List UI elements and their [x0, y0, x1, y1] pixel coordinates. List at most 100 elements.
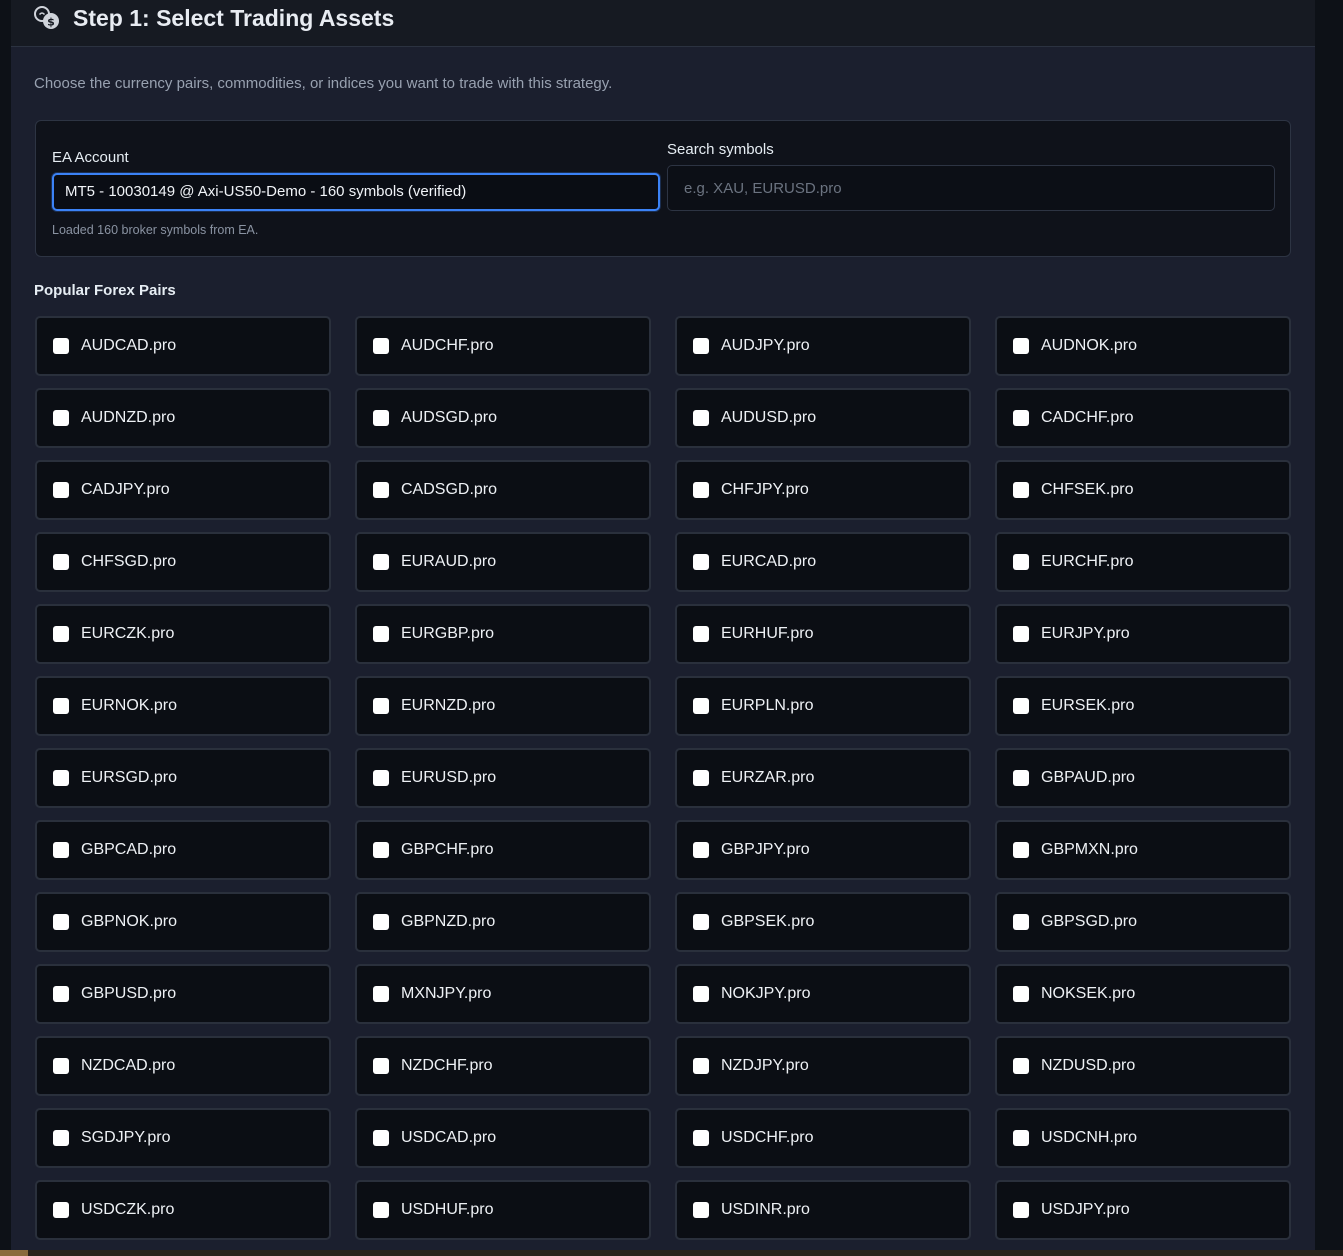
- symbol-option[interactable]: EURHUF.pro: [675, 604, 971, 664]
- symbol-option[interactable]: MXNJPY.pro: [355, 964, 651, 1024]
- symbol-option[interactable]: USDINR.pro: [675, 1180, 971, 1240]
- account-select[interactable]: MT5 - 10030149 @ Axi-US50-Demo - 160 sym…: [52, 173, 660, 211]
- symbol-checkbox[interactable]: [373, 1130, 389, 1146]
- symbol-checkbox[interactable]: [1013, 842, 1029, 858]
- symbol-checkbox[interactable]: [53, 338, 69, 354]
- symbol-option[interactable]: USDCAD.pro: [355, 1108, 651, 1168]
- symbol-option[interactable]: EURGBP.pro: [355, 604, 651, 664]
- search-input[interactable]: [667, 165, 1275, 211]
- symbol-checkbox[interactable]: [693, 1058, 709, 1074]
- symbol-option[interactable]: EURSGD.pro: [35, 748, 331, 808]
- symbol-checkbox[interactable]: [373, 914, 389, 930]
- symbol-option[interactable]: NZDCAD.pro: [35, 1036, 331, 1096]
- symbol-checkbox[interactable]: [693, 770, 709, 786]
- symbol-option[interactable]: CHFSGD.pro: [35, 532, 331, 592]
- symbol-option[interactable]: EURNOK.pro: [35, 676, 331, 736]
- symbol-checkbox[interactable]: [1013, 1130, 1029, 1146]
- symbol-checkbox[interactable]: [693, 410, 709, 426]
- symbol-checkbox[interactable]: [53, 770, 69, 786]
- symbol-checkbox[interactable]: [1013, 338, 1029, 354]
- symbol-option[interactable]: CHFJPY.pro: [675, 460, 971, 520]
- symbol-option[interactable]: EURZAR.pro: [675, 748, 971, 808]
- symbol-option[interactable]: EURPLN.pro: [675, 676, 971, 736]
- symbol-checkbox[interactable]: [53, 554, 69, 570]
- symbol-checkbox[interactable]: [373, 698, 389, 714]
- symbol-checkbox[interactable]: [1013, 410, 1029, 426]
- symbol-option[interactable]: NOKJPY.pro: [675, 964, 971, 1024]
- symbol-option[interactable]: GBPSGD.pro: [995, 892, 1291, 952]
- symbol-checkbox[interactable]: [1013, 1058, 1029, 1074]
- symbol-checkbox[interactable]: [53, 842, 69, 858]
- symbol-checkbox[interactable]: [1013, 770, 1029, 786]
- symbol-option[interactable]: NOKSEK.pro: [995, 964, 1291, 1024]
- symbol-option[interactable]: CADSGD.pro: [355, 460, 651, 520]
- symbol-checkbox[interactable]: [373, 410, 389, 426]
- symbol-option[interactable]: AUDUSD.pro: [675, 388, 971, 448]
- symbol-option[interactable]: GBPCHF.pro: [355, 820, 651, 880]
- symbol-checkbox[interactable]: [693, 698, 709, 714]
- symbol-option[interactable]: GBPUSD.pro: [35, 964, 331, 1024]
- symbol-option[interactable]: EURSEK.pro: [995, 676, 1291, 736]
- symbol-option[interactable]: USDHUF.pro: [355, 1180, 651, 1240]
- symbol-option[interactable]: GBPCAD.pro: [35, 820, 331, 880]
- symbol-checkbox[interactable]: [373, 1202, 389, 1218]
- symbol-checkbox[interactable]: [1013, 986, 1029, 1002]
- symbol-option[interactable]: SGDJPY.pro: [35, 1108, 331, 1168]
- symbol-option[interactable]: AUDSGD.pro: [355, 388, 651, 448]
- symbol-checkbox[interactable]: [373, 770, 389, 786]
- symbol-option[interactable]: AUDCHF.pro: [355, 316, 651, 376]
- symbol-checkbox[interactable]: [53, 1058, 69, 1074]
- symbol-option[interactable]: AUDJPY.pro: [675, 316, 971, 376]
- symbol-checkbox[interactable]: [373, 986, 389, 1002]
- symbol-checkbox[interactable]: [53, 1202, 69, 1218]
- symbol-checkbox[interactable]: [53, 986, 69, 1002]
- symbol-checkbox[interactable]: [1013, 698, 1029, 714]
- symbol-option[interactable]: CADCHF.pro: [995, 388, 1291, 448]
- symbol-checkbox[interactable]: [693, 1202, 709, 1218]
- symbol-option[interactable]: EURJPY.pro: [995, 604, 1291, 664]
- symbol-checkbox[interactable]: [53, 698, 69, 714]
- symbol-option[interactable]: NZDJPY.pro: [675, 1036, 971, 1096]
- symbol-option[interactable]: EURCAD.pro: [675, 532, 971, 592]
- symbol-option[interactable]: EURNZD.pro: [355, 676, 651, 736]
- symbol-checkbox[interactable]: [53, 914, 69, 930]
- symbol-checkbox[interactable]: [373, 842, 389, 858]
- symbol-option[interactable]: AUDCAD.pro: [35, 316, 331, 376]
- symbol-option[interactable]: GBPNOK.pro: [35, 892, 331, 952]
- symbol-checkbox[interactable]: [373, 1058, 389, 1074]
- symbol-option[interactable]: AUDNOK.pro: [995, 316, 1291, 376]
- symbol-option[interactable]: USDJPY.pro: [995, 1180, 1291, 1240]
- symbol-option[interactable]: GBPMXN.pro: [995, 820, 1291, 880]
- symbol-option[interactable]: GBPAUD.pro: [995, 748, 1291, 808]
- symbol-option[interactable]: GBPNZD.pro: [355, 892, 651, 952]
- symbol-option[interactable]: CADJPY.pro: [35, 460, 331, 520]
- symbol-checkbox[interactable]: [693, 482, 709, 498]
- symbol-checkbox[interactable]: [1013, 554, 1029, 570]
- symbol-checkbox[interactable]: [693, 626, 709, 642]
- symbol-option[interactable]: GBPJPY.pro: [675, 820, 971, 880]
- symbol-checkbox[interactable]: [53, 410, 69, 426]
- symbol-checkbox[interactable]: [53, 1130, 69, 1146]
- symbol-checkbox[interactable]: [373, 338, 389, 354]
- symbol-option[interactable]: EURCZK.pro: [35, 604, 331, 664]
- symbol-checkbox[interactable]: [693, 914, 709, 930]
- symbol-option[interactable]: NZDCHF.pro: [355, 1036, 651, 1096]
- symbol-option[interactable]: EURAUD.pro: [355, 532, 651, 592]
- symbol-checkbox[interactable]: [373, 482, 389, 498]
- symbol-option[interactable]: EURCHF.pro: [995, 532, 1291, 592]
- symbol-option[interactable]: GBPSEK.pro: [675, 892, 971, 952]
- symbol-checkbox[interactable]: [693, 986, 709, 1002]
- symbol-checkbox[interactable]: [1013, 1202, 1029, 1218]
- symbol-checkbox[interactable]: [693, 338, 709, 354]
- symbol-option[interactable]: USDCZK.pro: [35, 1180, 331, 1240]
- symbol-checkbox[interactable]: [693, 554, 709, 570]
- symbol-checkbox[interactable]: [693, 1130, 709, 1146]
- symbol-checkbox[interactable]: [53, 626, 69, 642]
- symbol-option[interactable]: USDCNH.pro: [995, 1108, 1291, 1168]
- symbol-checkbox[interactable]: [693, 842, 709, 858]
- symbol-option[interactable]: NZDUSD.pro: [995, 1036, 1291, 1096]
- symbol-checkbox[interactable]: [373, 626, 389, 642]
- symbol-checkbox[interactable]: [1013, 626, 1029, 642]
- symbol-option[interactable]: USDCHF.pro: [675, 1108, 971, 1168]
- symbol-option[interactable]: AUDNZD.pro: [35, 388, 331, 448]
